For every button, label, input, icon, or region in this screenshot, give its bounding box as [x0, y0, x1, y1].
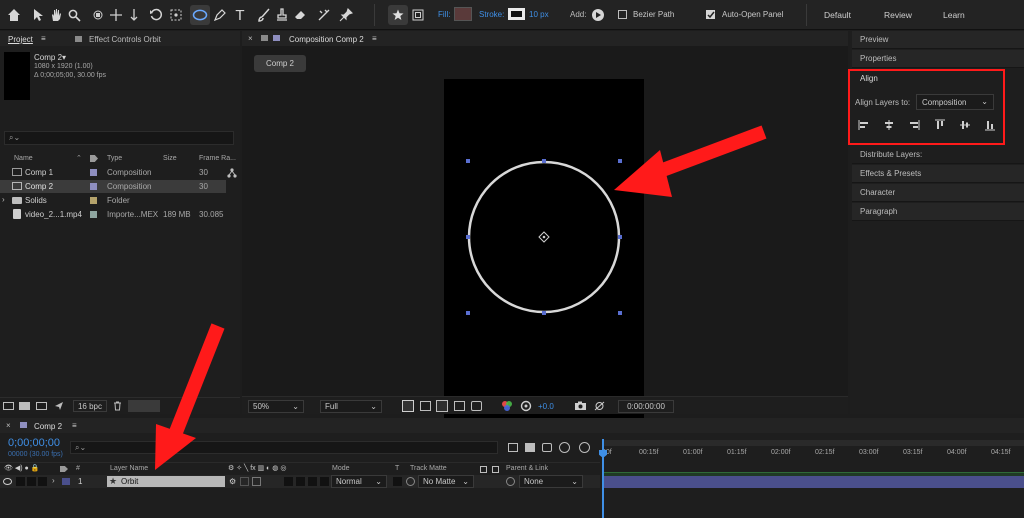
annotation-arrows	[155, 125, 767, 470]
arrow-to-circle	[614, 125, 767, 197]
arrow-to-layer-name	[155, 323, 225, 470]
